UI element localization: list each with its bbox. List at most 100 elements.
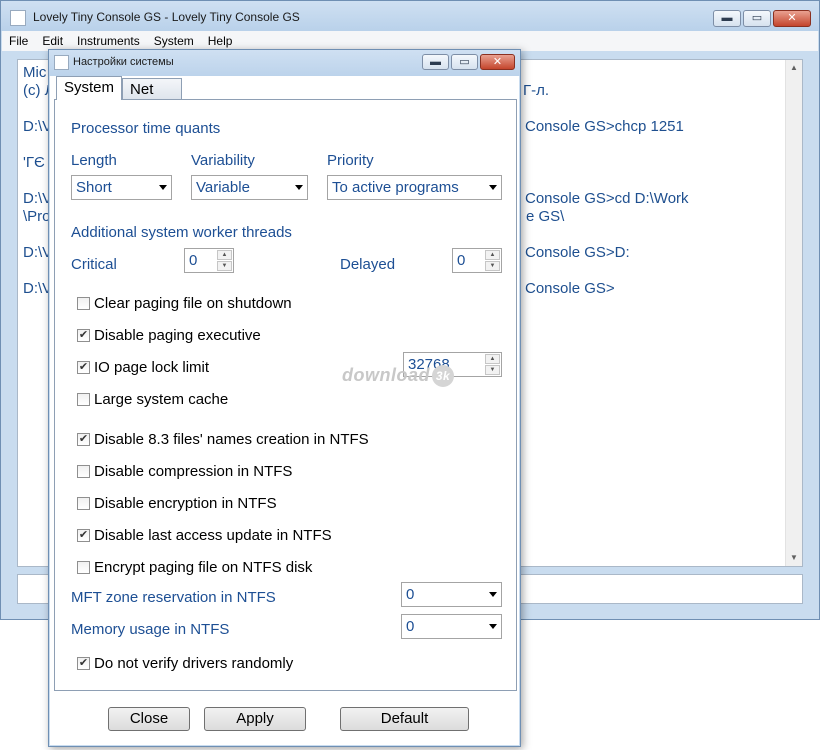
disable-83-names-checkbox[interactable]: ✔ — [77, 432, 90, 446]
spin-up-icon[interactable]: ▲ — [485, 250, 500, 260]
console-line: e GS\ — [526, 208, 565, 225]
menu-instruments[interactable]: Instruments — [70, 34, 147, 48]
critical-label: Critical — [71, 256, 117, 273]
dialog-maximize-button[interactable]: ▭ — [451, 54, 478, 70]
delayed-label: Delayed — [340, 256, 396, 273]
variability-select[interactable]: Variable — [191, 175, 308, 200]
variability-label: Variability — [191, 152, 255, 169]
default-button[interactable]: Default — [340, 707, 469, 731]
chevron-down-icon — [159, 185, 167, 190]
dialog-body: System Net Processor time quants Length … — [50, 76, 519, 745]
spin-up-icon[interactable]: ▲ — [217, 250, 232, 260]
length-value: Short — [76, 179, 112, 196]
length-select[interactable]: Short — [71, 175, 172, 200]
menu-file[interactable]: File — [2, 34, 35, 48]
verify-drivers-checkbox[interactable]: ✔ — [77, 656, 90, 670]
main-titlebar[interactable]: Lovely Tiny Console GS - Lovely Tiny Con… — [1, 1, 819, 31]
spin-down-icon[interactable]: ▼ — [217, 261, 232, 271]
menu-system[interactable]: System — [147, 34, 201, 48]
disable-compression-checkbox[interactable] — [77, 464, 90, 478]
length-label: Length — [71, 152, 117, 169]
dialog-icon — [54, 55, 69, 70]
memory-usage-select[interactable]: 0 — [401, 614, 502, 639]
dialog-minimize-button[interactable]: ▬ — [422, 54, 449, 70]
checkbox-row[interactable]: ✔ Disable last access update in NTFS — [77, 525, 332, 545]
minimize-button[interactable]: ▬ — [713, 10, 741, 27]
main-title: Lovely Tiny Console GS - Lovely Tiny Con… — [33, 10, 300, 24]
checkbox-row[interactable]: ✔ Do not verify drivers randomly — [77, 653, 293, 673]
close-button[interactable]: ✕ — [773, 10, 811, 27]
watermark-logo: download 3k — [342, 365, 454, 388]
tab-system[interactable]: System — [56, 76, 123, 100]
mft-label: MFT zone reservation in NTFS — [71, 589, 276, 606]
section-processor-quants: Processor time quants — [71, 120, 221, 137]
priority-value: To active programs — [332, 179, 459, 196]
mft-select[interactable]: 0 — [401, 582, 502, 607]
checkbox-label: Disable compression in NTFS — [94, 462, 293, 480]
menu-help[interactable]: Help — [201, 34, 240, 48]
console-line: \Pro — [23, 208, 51, 225]
console-scrollbar[interactable]: ▲ ▼ — [785, 60, 802, 566]
tab-strip: System Net — [56, 76, 183, 100]
checkbox-label: IO page lock limit — [94, 358, 210, 376]
large-cache-checkbox[interactable] — [77, 392, 90, 406]
checkbox-label: Disable encryption in NTFS — [94, 494, 277, 512]
scroll-up-icon[interactable]: ▲ — [786, 60, 802, 76]
close-dialog-button[interactable]: Close — [108, 707, 190, 731]
chevron-down-icon — [489, 185, 497, 190]
disable-paging-executive-checkbox[interactable]: ✔ — [77, 328, 90, 342]
chevron-down-icon — [489, 592, 497, 597]
maximize-button[interactable]: ▭ — [743, 10, 771, 27]
console-line: Console GS>chcp 1251 — [525, 118, 684, 135]
checkbox-row[interactable]: Encrypt paging file on NTFS disk — [77, 557, 312, 577]
app-icon — [10, 10, 26, 26]
critical-spinner[interactable]: 0 ▲ ▼ — [184, 248, 234, 273]
clear-paging-checkbox[interactable] — [77, 296, 90, 310]
menu-edit[interactable]: Edit — [35, 34, 70, 48]
menu-bar: File Edit Instruments System Help — [2, 31, 818, 51]
console-line: Г-л. — [523, 82, 550, 99]
checkbox-row[interactable]: Disable encryption in NTFS — [77, 493, 277, 513]
chevron-down-icon — [489, 624, 497, 629]
checkbox-row[interactable]: ✔ Disable 8.3 files' names creation in N… — [77, 429, 369, 449]
checkbox-row[interactable]: ✔ Disable paging executive — [77, 325, 261, 345]
system-tab-panel: Processor time quants Length Short Varia… — [54, 99, 517, 691]
chevron-down-icon — [295, 185, 303, 190]
checkbox-label: Disable 8.3 files' names creation in NTF… — [94, 430, 369, 448]
checkbox-label: Encrypt paging file on NTFS disk — [94, 558, 313, 576]
checkbox-label: Disable last access update in NTFS — [94, 526, 332, 544]
watermark-text: download — [342, 365, 430, 385]
checkbox-row[interactable]: Disable compression in NTFS — [77, 461, 292, 481]
console-line: Console GS>D: — [525, 244, 630, 261]
watermark-badge: 3k — [432, 365, 454, 388]
apply-button[interactable]: Apply — [204, 707, 306, 731]
checkbox-label: Clear paging file on shutdown — [94, 294, 292, 312]
delayed-spinner[interactable]: 0 ▲ ▼ — [452, 248, 502, 273]
dialog-titlebar[interactable]: Настройки системы ▬ ▭ ✕ — [49, 50, 520, 76]
disable-last-access-checkbox[interactable]: ✔ — [77, 528, 90, 542]
critical-value: 0 — [189, 252, 198, 269]
spin-down-icon[interactable]: ▼ — [485, 365, 500, 375]
priority-label: Priority — [327, 152, 374, 169]
dialog-title: Настройки системы — [73, 56, 174, 68]
dialog-close-button[interactable]: ✕ — [480, 54, 515, 70]
console-line: Console GS> — [525, 280, 615, 297]
encrypt-paging-checkbox[interactable] — [77, 560, 90, 574]
priority-select[interactable]: To active programs — [327, 175, 502, 200]
spin-up-icon[interactable]: ▲ — [485, 354, 500, 364]
scroll-down-icon[interactable]: ▼ — [786, 550, 802, 566]
delayed-value: 0 — [457, 252, 466, 269]
checkbox-label: Do not verify drivers randomly — [94, 654, 294, 672]
console-line: Console GS>cd D:\Work — [525, 190, 689, 207]
disable-encryption-checkbox[interactable] — [77, 496, 90, 510]
variability-value: Variable — [196, 179, 250, 196]
io-page-lock-checkbox[interactable]: ✔ — [77, 360, 90, 374]
checkbox-row[interactable]: ✔ IO page lock limit — [77, 357, 209, 377]
checkbox-row[interactable]: Large system cache — [77, 389, 228, 409]
settings-dialog: Настройки системы ▬ ▭ ✕ System Net Proce… — [48, 49, 521, 747]
section-worker-threads: Additional system worker threads — [71, 224, 292, 241]
checkbox-row[interactable]: Clear paging file on shutdown — [77, 293, 292, 313]
console-line: 'ГЄ — [23, 154, 45, 171]
spin-down-icon[interactable]: ▼ — [485, 261, 500, 271]
tab-net[interactable]: Net — [122, 78, 183, 100]
